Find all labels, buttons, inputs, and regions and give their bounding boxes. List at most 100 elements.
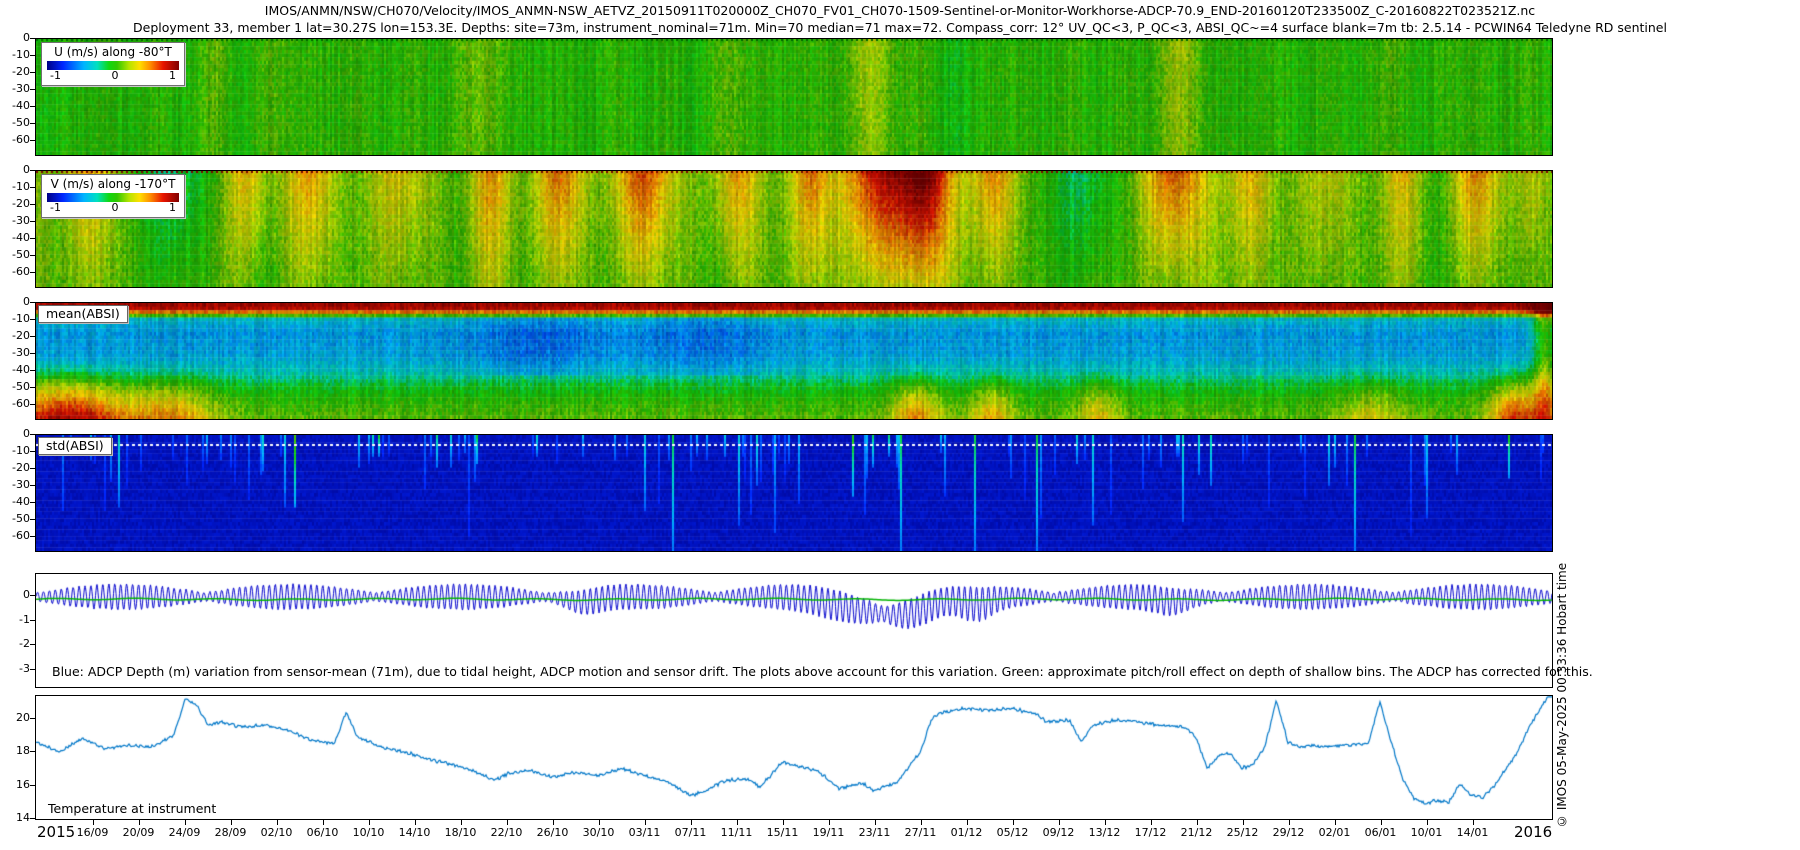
x-tick-label: 05/12 (990, 826, 1036, 839)
x-tick-label: 19/11 (806, 826, 852, 839)
y-tick-label: 20 (1, 711, 30, 725)
u-velocity-heatmap (36, 39, 1552, 155)
colorbar-tick: -1 (50, 202, 61, 214)
y-tick-mark (30, 123, 35, 124)
y-tick-label: -30 (1, 214, 30, 228)
depth-variation-note: Blue: ADCP Depth (m) variation from sens… (52, 664, 1593, 679)
x-tick-label: 21/12 (1174, 826, 1220, 839)
x-tick-mark (1105, 820, 1106, 825)
x-tick-mark (185, 820, 186, 825)
y-tick-label: 14 (1, 811, 30, 825)
figure-subtitle: Deployment 33, member 1 lat=30.27S lon=1… (0, 20, 1800, 35)
x-tick-mark (967, 820, 968, 825)
x-tick-mark (507, 820, 508, 825)
y-tick-label: 18 (1, 744, 30, 758)
x-tick-mark (737, 820, 738, 825)
y-tick-mark (30, 434, 35, 435)
y-tick-label: -50 (1, 512, 30, 526)
y-tick-label: -60 (1, 529, 30, 543)
y-tick-mark (30, 272, 35, 273)
y-tick-label: 0 (1, 295, 30, 309)
x-tick-label: 28/09 (208, 826, 254, 839)
x-tick-mark (369, 820, 370, 825)
x-tick-mark (599, 820, 600, 825)
y-tick-mark (30, 106, 35, 107)
y-tick-mark (30, 485, 35, 486)
x-tick-label: 27/11 (898, 826, 944, 839)
y-tick-label: 0 (1, 163, 30, 177)
y-tick-label: -10 (1, 312, 30, 326)
x-tick-mark (553, 820, 554, 825)
x-tick-mark (1427, 820, 1428, 825)
x-tick-label: 26/10 (530, 826, 576, 839)
y-tick-label: -10 (1, 444, 30, 458)
y-tick-label: 0 (1, 31, 30, 45)
v-colorbar-ticks: -1 0 1 (45, 202, 181, 214)
x-tick-mark (691, 820, 692, 825)
y-tick-mark (30, 718, 35, 719)
v-velocity-heatmap (36, 171, 1552, 287)
colorbar-tick: -1 (50, 70, 61, 82)
adcp-figure: IMOS/ANMN/NSW/CH070/Velocity/IMOS_ANMN-N… (0, 0, 1800, 850)
x-tick-label: 07/11 (668, 826, 714, 839)
x-tick-mark (1059, 820, 1060, 825)
y-tick-mark (30, 353, 35, 354)
y-tick-label: -10 (1, 48, 30, 62)
x-axis-year-end: 2016 (1514, 823, 1552, 841)
colorbar-tick: 0 (111, 202, 118, 214)
x-tick-mark (1013, 820, 1014, 825)
x-tick-label: 03/11 (622, 826, 668, 839)
x-tick-label: 06/01 (1358, 826, 1404, 839)
y-tick-label: -60 (1, 133, 30, 147)
y-tick-label: 0 (1, 427, 30, 441)
y-tick-label: -40 (1, 363, 30, 377)
figure-title: IMOS/ANMN/NSW/CH070/Velocity/IMOS_ANMN-N… (0, 3, 1800, 18)
y-tick-mark (30, 336, 35, 337)
x-tick-label: 16/09 (70, 826, 116, 839)
y-tick-label: 16 (1, 778, 30, 792)
y-tick-label: -40 (1, 495, 30, 509)
y-tick-mark (30, 170, 35, 171)
y-tick-label: -50 (1, 380, 30, 394)
x-tick-mark (93, 820, 94, 825)
y-tick-label: -60 (1, 265, 30, 279)
y-tick-mark (30, 595, 35, 596)
y-tick-mark (30, 387, 35, 388)
y-tick-mark (30, 751, 35, 752)
colorbar-tick: 1 (169, 70, 176, 82)
y-tick-mark (30, 536, 35, 537)
y-tick-mark (30, 221, 35, 222)
y-tick-mark (30, 238, 35, 239)
y-tick-mark (30, 818, 35, 819)
y-tick-mark (30, 72, 35, 73)
y-tick-label: -50 (1, 248, 30, 262)
u-colorbar-ticks: -1 0 1 (45, 70, 181, 82)
x-tick-label: 13/12 (1082, 826, 1128, 839)
x-tick-label: 25/12 (1220, 826, 1266, 839)
x-tick-label: 20/09 (116, 826, 162, 839)
y-tick-label: -60 (1, 397, 30, 411)
absi-mean-label: mean(ABSI) (38, 305, 128, 323)
v-colorbar-legend: V (m/s) along -170°T -1 0 1 (41, 174, 185, 218)
y-tick-mark (30, 255, 35, 256)
y-tick-mark (30, 89, 35, 90)
y-tick-label: -1 (1, 613, 30, 627)
x-tick-label: 11/11 (714, 826, 760, 839)
x-tick-label: 09/12 (1036, 826, 1082, 839)
y-tick-label: -20 (1, 65, 30, 79)
y-tick-label: -30 (1, 346, 30, 360)
imos-copyright-watermark: © IMOS 05-May-2025 00:33:36 Hobart time (1555, 450, 1569, 828)
x-tick-label: 17/12 (1128, 826, 1174, 839)
u-colorbar-legend: U (m/s) along -80°T -1 0 1 (41, 42, 185, 86)
panel-temperature (35, 695, 1553, 820)
x-tick-label: 15/11 (760, 826, 806, 839)
x-tick-label: 18/10 (438, 826, 484, 839)
y-tick-label: 0 (1, 588, 30, 602)
x-tick-mark (277, 820, 278, 825)
temperature-plot (36, 696, 1552, 819)
absi-std-heatmap (36, 435, 1552, 551)
x-tick-label: 10/10 (346, 826, 392, 839)
panel-absi-mean: mean(ABSI) (35, 302, 1553, 420)
x-tick-mark (1381, 820, 1382, 825)
y-tick-label: -40 (1, 99, 30, 113)
